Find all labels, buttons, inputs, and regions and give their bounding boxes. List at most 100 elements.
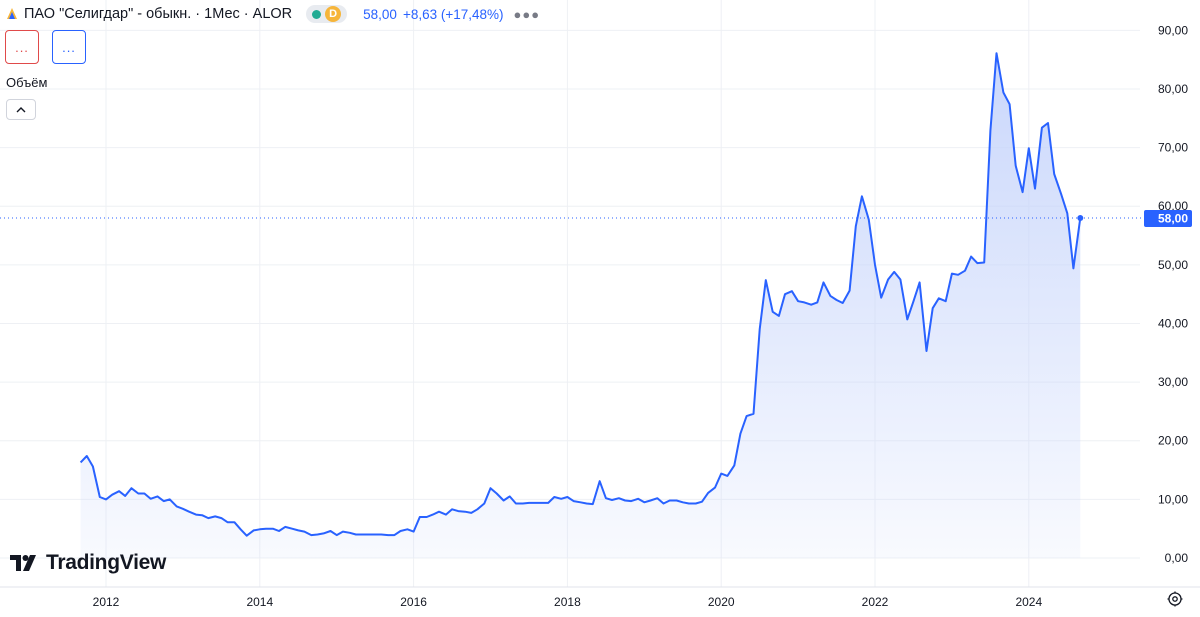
data-point [907, 319, 909, 321]
data-point [105, 499, 107, 501]
data-point [714, 487, 716, 489]
y-tick-label: 80,00 [1158, 82, 1188, 96]
data-point [778, 315, 780, 317]
data-point [817, 302, 819, 304]
data-point [804, 302, 806, 304]
area-fill [80, 53, 1081, 558]
data-point [182, 508, 184, 510]
data-point [272, 528, 274, 530]
data-point [996, 52, 998, 54]
data-point [784, 293, 786, 295]
y-tick-label: 70,00 [1158, 141, 1188, 155]
data-point [957, 274, 959, 276]
data-point [855, 225, 857, 227]
data-point [304, 531, 306, 533]
indicator-button-red[interactable]: ... [5, 30, 39, 64]
collapse-button[interactable] [6, 99, 36, 120]
data-point [926, 350, 928, 352]
data-point [880, 297, 882, 299]
data-point [259, 529, 261, 531]
data-point [227, 521, 229, 523]
data-point [169, 499, 171, 501]
x-tick-label: 2022 [862, 595, 889, 609]
price-chart[interactable]: 0,0010,0020,0030,0040,0050,0060,0070,008… [0, 0, 1200, 617]
data-point [1067, 213, 1069, 215]
y-tick-label: 20,00 [1158, 434, 1188, 448]
chart-legend: ПАО "Селигдар" - обыкн. · 1Мес · ALOR D … [6, 3, 540, 25]
symbol-title[interactable]: ПАО "Селигдар" - обыкн. · 1Мес · ALOR [24, 6, 292, 22]
data-point [682, 502, 684, 504]
data-point [355, 534, 357, 536]
price-axis[interactable]: 0,0010,0020,0030,0040,0050,0060,0070,008… [1158, 23, 1188, 565]
data-point [1041, 127, 1043, 129]
y-tick-label: 50,00 [1158, 258, 1188, 272]
more-dots-icon[interactable]: ●●● [514, 7, 541, 22]
data-point [490, 487, 492, 489]
data-point [836, 299, 838, 301]
data-point [124, 495, 126, 497]
exchange-logo-icon [7, 8, 17, 19]
data-point [484, 503, 486, 505]
data-point [534, 502, 536, 504]
market-status-badge[interactable]: D [306, 5, 348, 23]
data-point [317, 534, 319, 536]
data-point [163, 500, 165, 502]
x-tick-label: 2014 [246, 595, 273, 609]
data-point [727, 475, 729, 477]
data-point [131, 487, 133, 489]
data-point [1003, 92, 1005, 94]
y-tick-label: 30,00 [1158, 375, 1188, 389]
data-point [387, 534, 389, 536]
data-point [740, 433, 742, 435]
data-point [144, 493, 146, 495]
data-point [932, 307, 934, 309]
y-tick-label: 10,00 [1158, 492, 1188, 506]
data-point [515, 503, 517, 505]
last-point [1077, 214, 1084, 221]
data-point [1022, 191, 1024, 193]
data-point [830, 295, 832, 297]
y-tick-label: 90,00 [1158, 23, 1188, 37]
x-tick-label: 2012 [93, 595, 120, 609]
data-point [861, 196, 863, 198]
data-point [381, 534, 383, 536]
data-point [823, 282, 825, 284]
data-point [1015, 165, 1017, 167]
data-point [457, 510, 459, 512]
x-tick-label: 2018 [554, 595, 581, 609]
data-point [1034, 188, 1036, 190]
data-point [336, 534, 338, 536]
price-change: +8,63 (+17,48%) [402, 6, 504, 22]
data-point [547, 502, 549, 504]
data-point [913, 300, 915, 302]
data-point [990, 130, 992, 132]
data-status-badge: D [325, 6, 342, 22]
data-point [951, 273, 953, 275]
data-point [438, 511, 440, 513]
settings-gear-icon[interactable] [1166, 590, 1184, 608]
data-point [554, 496, 556, 498]
data-point [509, 496, 511, 498]
data-point [118, 490, 120, 492]
data-point [663, 503, 665, 505]
data-point [586, 503, 588, 505]
data-point [1060, 193, 1062, 195]
volume-pane-label: Объём [6, 75, 48, 90]
data-point [138, 493, 140, 495]
data-point [503, 500, 505, 502]
data-point [842, 302, 844, 304]
data-point [99, 496, 101, 498]
market-open-icon [312, 9, 322, 19]
data-point [349, 532, 351, 534]
data-point [86, 455, 88, 457]
time-axis[interactable]: 2012 2014 2016 2018 2020 2022 2024 [93, 595, 1043, 609]
data-point [311, 534, 313, 536]
data-point [657, 497, 659, 499]
logo-text: TradingView [46, 551, 167, 574]
data-point [188, 511, 190, 513]
tradingview-logo[interactable]: TradingView [10, 551, 166, 575]
x-tick-label: 2020 [708, 595, 735, 609]
data-point [765, 279, 767, 281]
indicator-button-blue[interactable]: ... [52, 30, 86, 64]
data-point [157, 496, 159, 498]
